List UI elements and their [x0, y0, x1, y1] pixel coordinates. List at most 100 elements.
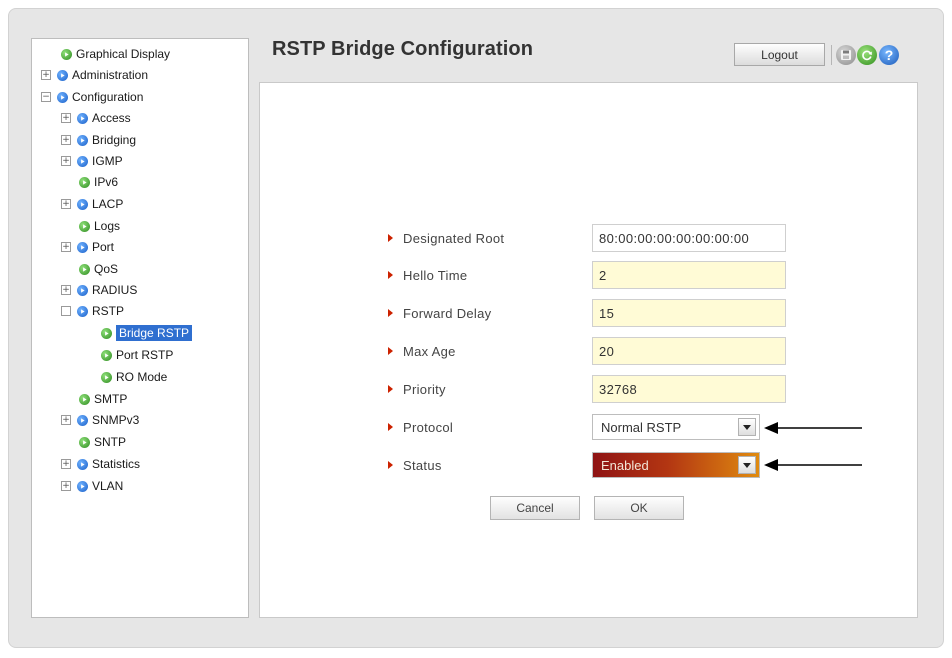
tree-item-label: Logs [94, 219, 121, 233]
pointer-arrow-icon [764, 422, 862, 434]
tree-item-ro-mode[interactable]: RO Mode [101, 368, 167, 386]
hello-time-field[interactable]: 2 [592, 261, 786, 289]
pointer-arrow-icon [764, 459, 862, 471]
tree-item-label: Bridging [92, 133, 137, 147]
arrow-icon [77, 414, 88, 426]
tree-item-label: RSTP [92, 304, 125, 318]
priority-field[interactable]: 32768 [592, 375, 786, 403]
bullet-icon [388, 461, 393, 469]
refresh-icon[interactable] [857, 45, 877, 65]
tree-item-label: Port RSTP [116, 348, 174, 362]
priority-label: Priority [403, 381, 446, 397]
tree-item-configuration[interactable]: − Configuration [41, 88, 143, 106]
status-select[interactable]: Enabled [592, 452, 760, 478]
tree-item-label: Configuration [72, 90, 144, 104]
tree-item-radius[interactable]: + RADIUS [61, 281, 137, 299]
help-icon[interactable]: ? [879, 45, 899, 65]
status-selected-value: Enabled [601, 457, 649, 473]
expand-icon[interactable]: + [61, 459, 71, 469]
tree-item-label: IGMP [92, 154, 123, 168]
tree-item-label: Bridge RSTP [116, 325, 193, 341]
collapse-icon[interactable]: − [41, 92, 51, 102]
arrow-icon [101, 327, 112, 339]
protocol-select[interactable]: Normal RSTP [592, 414, 760, 440]
tree-item-smtp[interactable]: SMTP [79, 390, 127, 408]
tree-item-rstp[interactable]: RSTP [61, 302, 124, 320]
ok-button[interactable]: OK [594, 496, 684, 520]
tree-item-label: RO Mode [116, 370, 168, 384]
tree-item-igmp[interactable]: + IGMP [61, 152, 123, 170]
arrow-icon [101, 349, 112, 361]
tree-item-access[interactable]: + Access [61, 109, 131, 127]
tree-item-ipv6[interactable]: IPv6 [79, 173, 118, 191]
tree-item-sntp[interactable]: SNTP [79, 433, 126, 451]
bullet-icon [388, 423, 393, 431]
tree-item-label: RADIUS [92, 283, 138, 297]
tree-item-statistics[interactable]: + Statistics [61, 455, 140, 473]
tree-item-bridging[interactable]: + Bridging [61, 131, 136, 149]
tree-item-label: Administration [72, 68, 149, 82]
tree-item-port-rstp[interactable]: Port RSTP [101, 346, 173, 364]
arrow-icon [79, 393, 90, 405]
expand-icon[interactable]: + [61, 199, 71, 209]
arrow-icon [77, 198, 88, 210]
arrow-icon [77, 155, 88, 167]
tree-item-vlan[interactable]: + VLAN [61, 477, 123, 495]
cancel-button[interactable]: Cancel [490, 496, 580, 520]
collapse-icon[interactable] [61, 306, 71, 316]
tree-item-label: Statistics [92, 457, 141, 471]
arrow-icon [61, 48, 72, 60]
protocol-selected-value: Normal RSTP [601, 419, 682, 435]
protocol-label: Protocol [403, 419, 454, 435]
arrow-icon [77, 458, 88, 470]
forward-delay-field[interactable]: 15 [592, 299, 786, 327]
save-icon[interactable] [836, 45, 856, 65]
max-age-row: Max Age [388, 337, 456, 365]
tree-item-graphical-display[interactable]: Graphical Display [61, 45, 170, 63]
hello-time-label: Hello Time [403, 267, 468, 283]
arrow-icon [77, 134, 88, 146]
arrow-icon [79, 220, 90, 232]
header-divider [831, 45, 832, 65]
expand-icon[interactable]: + [61, 113, 71, 123]
tree-item-qos[interactable]: QoS [79, 260, 118, 278]
arrow-icon [79, 263, 90, 275]
bullet-icon [388, 271, 393, 279]
arrow-icon [79, 436, 90, 448]
max-age-label: Max Age [403, 343, 456, 359]
bullet-icon [388, 385, 393, 393]
bullet-icon [388, 347, 393, 355]
arrow-icon [101, 371, 112, 383]
tree-item-label: IPv6 [94, 175, 119, 189]
designated-root-label: Designated Root [403, 230, 505, 246]
expand-icon[interactable]: + [61, 481, 71, 491]
tree-item-administration[interactable]: + Administration [41, 66, 148, 84]
expand-icon[interactable]: + [61, 135, 71, 145]
max-age-field[interactable]: 20 [592, 337, 786, 365]
forward-delay-row: Forward Delay [388, 299, 491, 327]
expand-icon[interactable]: + [61, 285, 71, 295]
tree-item-bridge-rstp[interactable]: Bridge RSTP [101, 324, 193, 342]
tree-item-label: SNTP [94, 435, 127, 449]
tree-item-snmpv3[interactable]: + SNMPv3 [61, 411, 139, 429]
logout-button[interactable]: Logout [734, 43, 825, 66]
tree-item-label: Port [92, 240, 115, 254]
expand-icon[interactable]: + [61, 415, 71, 425]
tree-item-label: LACP [92, 197, 124, 211]
arrow-icon [77, 112, 88, 124]
tree-item-port[interactable]: + Port [61, 238, 114, 256]
protocol-row: Protocol [388, 413, 453, 441]
tree-item-label: SNMPv3 [92, 413, 140, 427]
chevron-down-icon[interactable] [738, 456, 756, 474]
expand-icon[interactable]: + [41, 70, 51, 80]
tree-item-label: SMTP [94, 392, 128, 406]
tree-item-lacp[interactable]: + LACP [61, 195, 123, 213]
expand-icon[interactable]: + [61, 242, 71, 252]
expand-icon[interactable]: + [61, 156, 71, 166]
designated-root-row: Designated Root [388, 224, 504, 252]
designated-root-value: 80:00:00:00:00:00:00:00 [592, 224, 786, 252]
tree-item-logs[interactable]: Logs [79, 217, 120, 235]
chevron-down-icon[interactable] [738, 418, 756, 436]
status-row: Status [388, 451, 442, 479]
tree-item-label: Graphical Display [76, 47, 171, 61]
